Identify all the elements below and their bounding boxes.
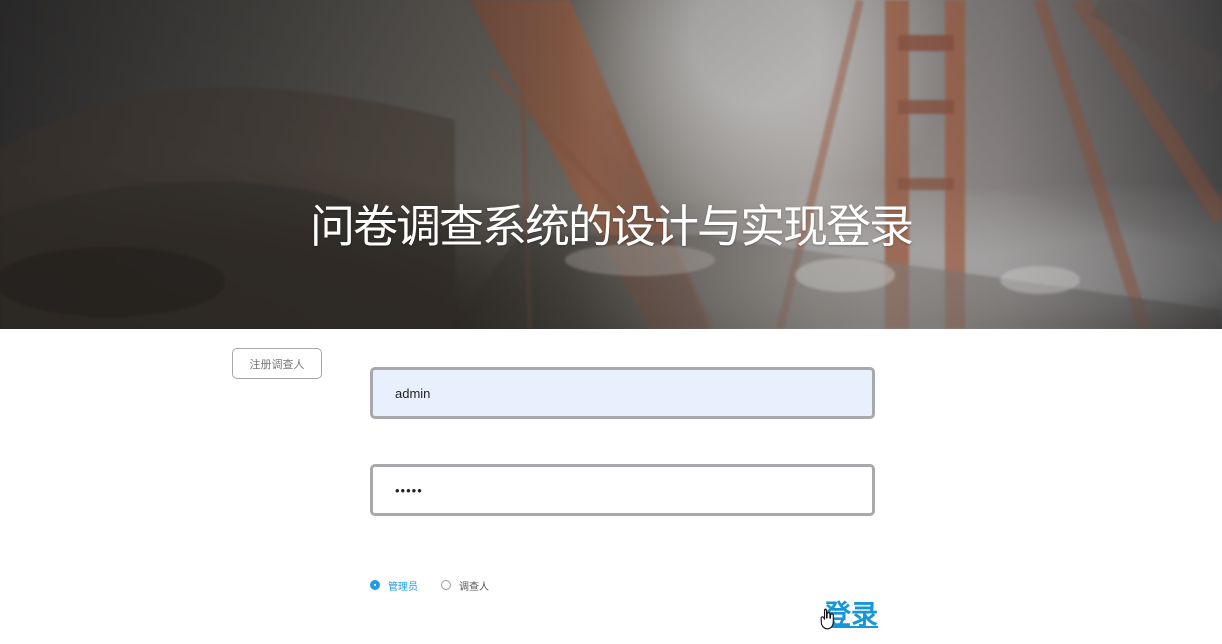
radio-selected-icon[interactable]	[370, 580, 380, 590]
login-page: 问卷调查系统的设计与实现登录 注册调查人 管理员 调查人 登录	[0, 0, 1222, 644]
bridge-background-image	[0, 0, 1222, 329]
password-input[interactable]	[370, 464, 875, 516]
hero-banner: 问卷调查系统的设计与实现登录	[0, 0, 1222, 329]
role-label-admin: 管理员	[388, 581, 418, 593]
login-button[interactable]: 登录	[824, 597, 878, 635]
role-label-surveyor: 调查人	[459, 581, 489, 593]
register-surveyor-button[interactable]: 注册调查人	[232, 348, 322, 379]
username-input[interactable]	[370, 367, 875, 419]
role-selector: 管理员 调查人	[370, 577, 504, 593]
radio-unselected-icon[interactable]	[441, 580, 451, 590]
page-title: 问卷调查系统的设计与实现登录	[309, 200, 914, 253]
role-option-surveyor[interactable]: 调查人	[441, 578, 489, 593]
role-option-admin[interactable]: 管理员	[370, 578, 418, 593]
